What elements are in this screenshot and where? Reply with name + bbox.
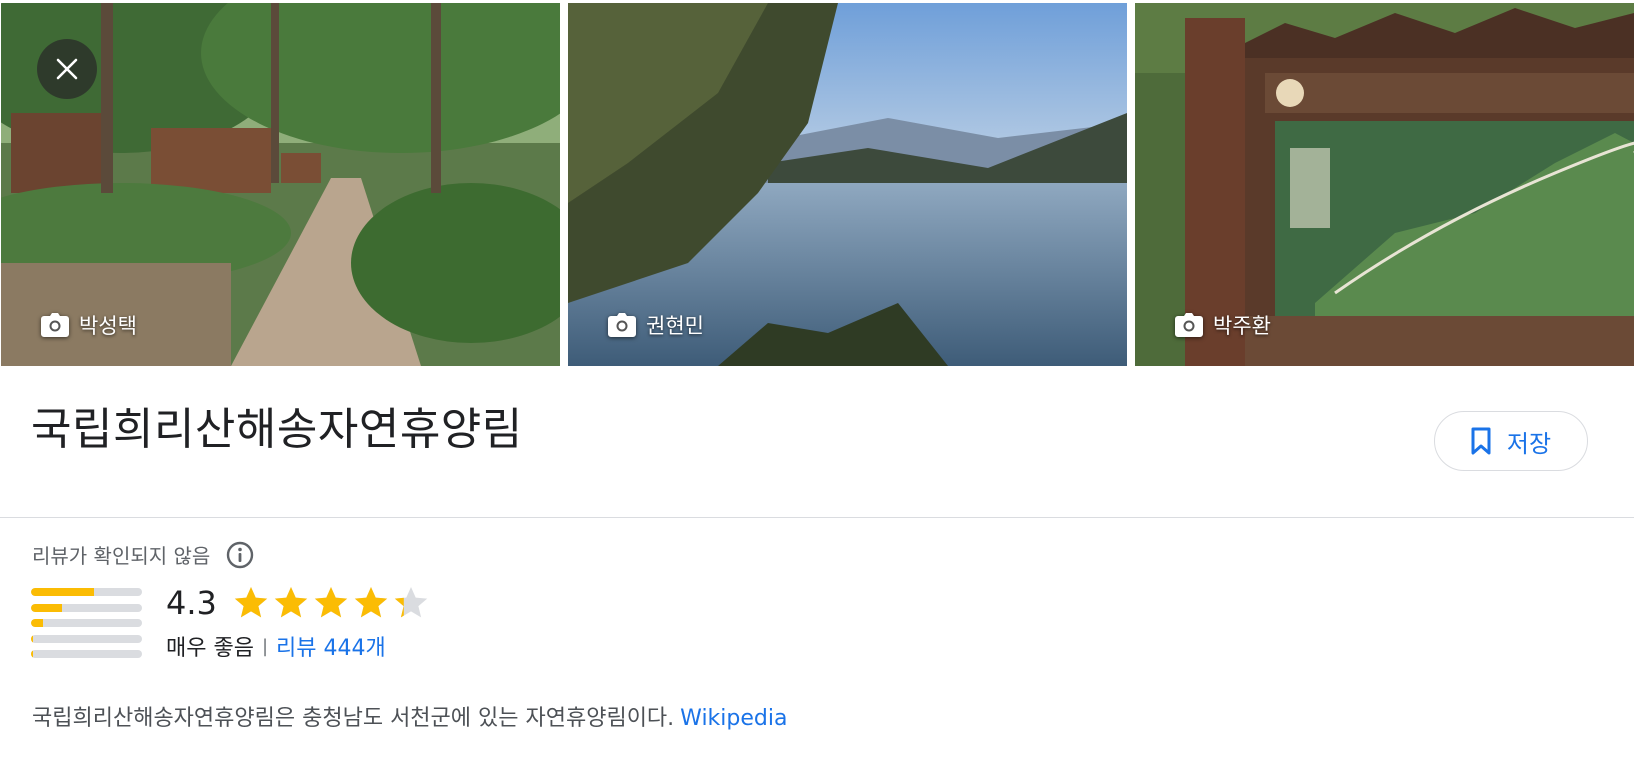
rating-distribution[interactable]: [31, 588, 142, 666]
description-text: 국립희리산해송자연휴양림은 충청남도 서천군에 있는 자연휴양림이다.: [32, 706, 675, 731]
photo-strip: 박성택 권현민 박주환: [0, 0, 1634, 366]
rating-bar-fill: [31, 634, 34, 643]
star-icon: [394, 587, 428, 618]
photo-lake[interactable]: 권현민: [568, 3, 1127, 366]
rating-word: 매우 좋음: [166, 636, 254, 661]
place-description: 국립희리산해송자연휴양림은 충청남도 서천군에 있는 자연휴양림이다. Wikip…: [32, 700, 787, 732]
rating-bar-2-star: [31, 634, 142, 643]
rating-bar-1-star: [31, 650, 142, 658]
rating-value: 4.3: [166, 584, 217, 622]
rating-bar-3-star: [31, 619, 142, 627]
reviews-count-link[interactable]: 리뷰 444개: [276, 630, 386, 662]
photo-signboard[interactable]: 박주환: [1135, 3, 1634, 366]
rating-summary: 4.3: [166, 584, 429, 622]
rating-stars: [233, 585, 429, 621]
rating-bar-5-star: [31, 588, 142, 596]
close-button[interactable]: [37, 39, 97, 99]
star-icon: [354, 587, 388, 618]
unverified-label: 리뷰가 확인되지 않음: [32, 544, 211, 568]
separator: |: [261, 635, 269, 657]
photo-credit: 박성택: [41, 310, 137, 340]
close-icon: [56, 58, 78, 80]
photo-credit-name: 박주환: [1213, 314, 1271, 338]
bookmark-icon: [1471, 427, 1491, 455]
place-title: 국립희리산해송자연휴양림: [31, 404, 523, 455]
photo-credit-name: 박성택: [79, 314, 137, 338]
star-icon: [234, 587, 268, 618]
rating-text-row: 매우 좋음 | 리뷰 444개: [166, 630, 386, 662]
save-button[interactable]: 저장: [1434, 411, 1588, 471]
rating-bar-fill: [31, 619, 44, 627]
star-icon: [274, 587, 308, 618]
rating-bar-fill: [31, 588, 95, 596]
info-icon[interactable]: [226, 541, 254, 569]
camera-icon: [608, 313, 636, 337]
camera-icon: [41, 313, 69, 337]
save-button-label: 저장: [1506, 429, 1552, 458]
star-icon: [314, 587, 348, 618]
rating-bar-4-star: [31, 603, 142, 612]
photo-credit: 박주환: [1175, 310, 1271, 340]
camera-icon: [1175, 313, 1203, 337]
photo-credit-name: 권현민: [646, 314, 704, 338]
rating-bar-fill: [31, 603, 63, 612]
rating-bar-fill: [31, 650, 34, 658]
section-divider: [0, 517, 1634, 518]
photo-credit: 권현민: [608, 310, 704, 340]
unverified-reviews-notice: 리뷰가 확인되지 않음: [32, 540, 254, 569]
wikipedia-link[interactable]: Wikipedia: [680, 706, 787, 731]
